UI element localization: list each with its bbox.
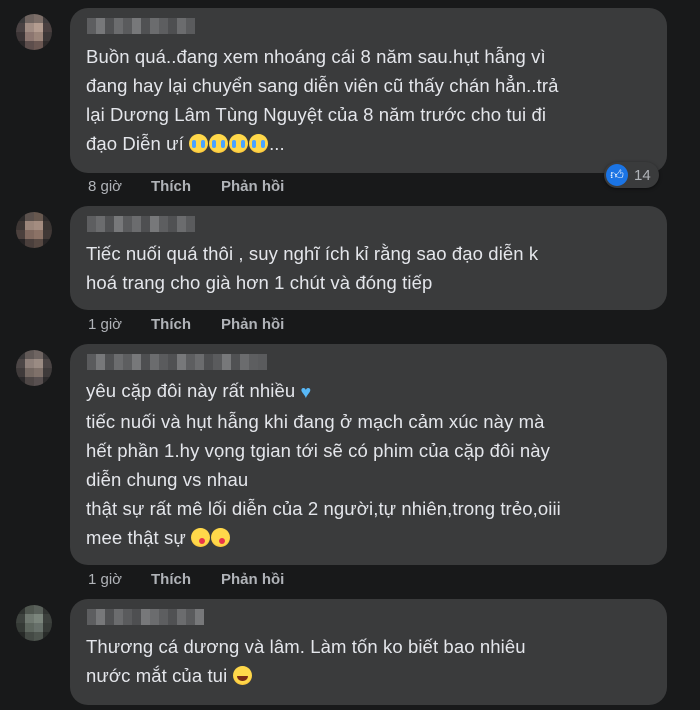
crying-emoji — [229, 134, 249, 153]
author-name-blurred[interactable] — [87, 18, 651, 34]
kiss-emoji — [211, 528, 231, 547]
comment-text: Thương cá dương và lâm. Làm tốn ko biết … — [86, 636, 526, 686]
reaction-count-badge[interactable]: 👍︎ 14 — [604, 162, 659, 188]
comment-bubble: Buồn quá..đang xem nhoáng cái 8 năm sau.… — [70, 8, 667, 173]
comment-bubble: Thương cá dương và lâm. Làm tốn ko biết … — [70, 599, 667, 705]
comment-text: Buồn quá..đang xem nhoáng cái 8 năm sau.… — [86, 46, 559, 154]
like-button[interactable]: Thích — [151, 178, 221, 195]
author-name-blurred[interactable] — [87, 216, 651, 232]
blue-heart-icon: ♥︎ — [300, 382, 312, 402]
comment-text: Tiếc nuối quá thôi , suy nghĩ ích kỉ rằn… — [86, 243, 539, 293]
laughing-emoji — [232, 666, 252, 685]
like-button[interactable]: Thích — [151, 316, 221, 333]
timestamp[interactable]: 1 giờ — [88, 571, 151, 588]
avatar[interactable] — [16, 350, 52, 386]
comment-actions: 1 giờ Thích Phản hồi — [88, 316, 284, 333]
comment-bubble: Tiếc nuối quá thôi , suy nghĩ ích kỉ rằn… — [70, 206, 667, 310]
comment-actions: 8 giờ Thích Phản hồi — [88, 178, 284, 195]
kiss-emoji — [191, 528, 211, 547]
author-name-blurred[interactable] — [87, 354, 651, 370]
author-name-blurred[interactable] — [87, 609, 651, 625]
like-button[interactable]: Thích — [151, 571, 221, 588]
reply-button[interactable]: Phản hồi — [221, 178, 284, 195]
reply-button[interactable]: Phản hồi — [221, 316, 284, 333]
comment-actions: 1 giờ Thích Phản hồi — [88, 571, 284, 588]
reply-button[interactable]: Phản hồi — [221, 571, 284, 588]
crying-emoji — [189, 134, 209, 153]
timestamp[interactable]: 8 giờ — [88, 178, 151, 195]
avatar[interactable] — [16, 212, 52, 248]
crying-emoji — [209, 134, 229, 153]
like-icon: 👍︎ — [606, 164, 628, 186]
crying-emoji — [249, 134, 269, 153]
avatar[interactable] — [16, 605, 52, 641]
timestamp[interactable]: 1 giờ — [88, 316, 151, 333]
comment-text: yêu cặp đôi này rất nhiều ♥︎ tiếc nuối v… — [86, 380, 561, 548]
avatar[interactable] — [16, 14, 52, 50]
comment-bubble: yêu cặp đôi này rất nhiều ♥︎ tiếc nuối v… — [70, 344, 667, 565]
reaction-count: 14 — [634, 166, 651, 184]
